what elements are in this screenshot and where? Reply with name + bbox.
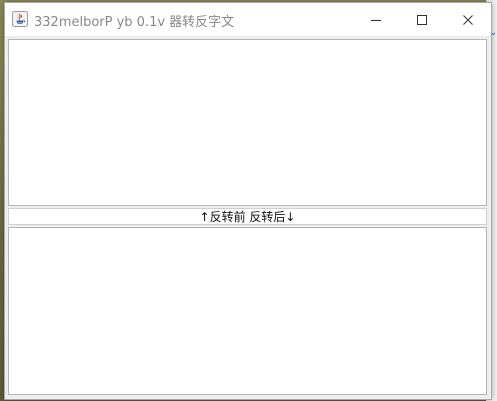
content-pane: ↑反转前 反转后↓: [5, 36, 491, 399]
maximize-button[interactable]: [399, 3, 445, 36]
divider-label: ↑反转前 反转后↓: [199, 210, 296, 224]
divider-bar: ↑反转前 反转后↓: [8, 208, 487, 225]
close-icon: [463, 14, 473, 25]
output-text-area[interactable]: [8, 227, 487, 395]
title-bar[interactable]: 332melborP yb 0.1v 器转反字文: [5, 3, 491, 36]
app-window: 332melborP yb 0.1v 器转反字文 ↑反转前 反转后↓: [4, 2, 492, 400]
java-app-icon: [12, 11, 28, 27]
maximize-icon: [417, 14, 427, 25]
input-text-area[interactable]: [8, 39, 487, 206]
window-title: 332melborP yb 0.1v 器转反字文: [34, 15, 235, 30]
minimize-icon: [371, 19, 381, 21]
minimize-button[interactable]: [353, 3, 399, 36]
close-button[interactable]: [445, 3, 491, 36]
